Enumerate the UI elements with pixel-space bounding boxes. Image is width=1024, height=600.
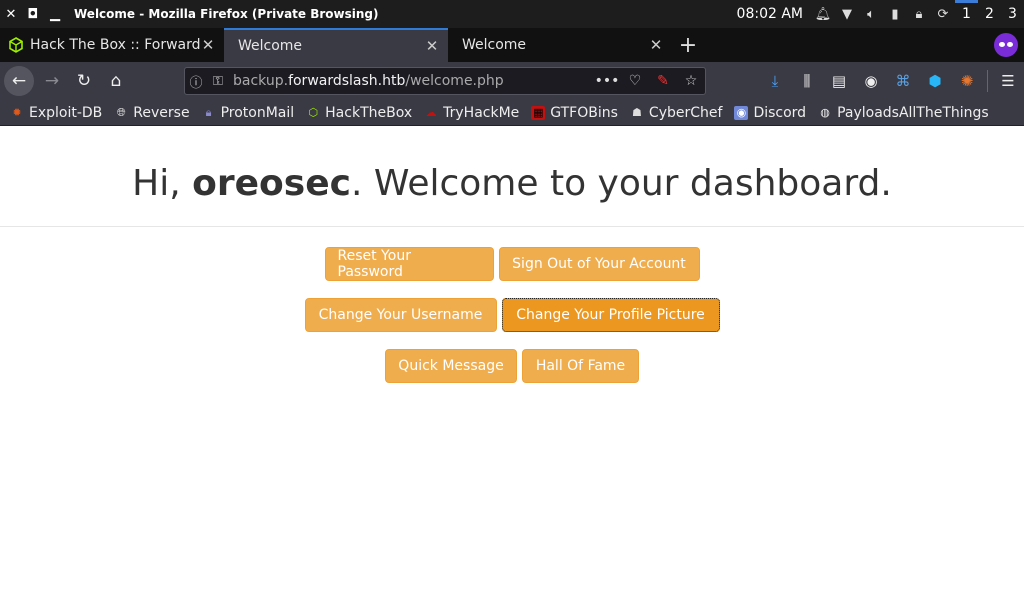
- bookmark-label: Discord: [753, 104, 807, 121]
- maximize-window-icon[interactable]: ◘: [22, 7, 44, 22]
- tab-hackthebox[interactable]: Hack The Box :: Forward ✕: [0, 28, 224, 62]
- bookmark-payloadsallthethings[interactable]: ◍ PayloadsAllTheThings: [818, 104, 989, 121]
- protonmail-icon: 🔒︎: [205, 105, 212, 119]
- minimize-window-icon[interactable]: ▁: [44, 7, 66, 22]
- bookmark-gtfobins[interactable]: ▦ GTFOBins: [531, 105, 618, 121]
- window-title: Welcome - Mozilla Firefox (Private Brows…: [74, 7, 379, 21]
- download-icon[interactable]: ⤓: [759, 65, 791, 97]
- bookmark-exploitdb[interactable]: ✹ Exploit-DB: [10, 105, 102, 121]
- back-button[interactable]: ←: [4, 66, 34, 96]
- extension-hex-icon[interactable]: ⬢: [919, 65, 951, 97]
- battery-icon[interactable]: ▮: [883, 7, 907, 22]
- tab-label: Hack The Box :: Forward: [30, 37, 200, 53]
- change-profile-picture-button[interactable]: Change Your Profile Picture: [501, 298, 720, 332]
- bookmark-label: PayloadsAllTheThings: [837, 104, 989, 121]
- pocket-icon[interactable]: ♡: [621, 73, 649, 89]
- url-text[interactable]: backup.forwardslash.htb/welcome.php: [233, 73, 593, 89]
- bookmark-cyberchef[interactable]: ☗ CyberChef: [630, 104, 723, 121]
- sidebar-icon[interactable]: ▤: [823, 65, 855, 97]
- pen-icon[interactable]: ✎: [649, 73, 677, 89]
- lock-icon[interactable]: 🔒︎: [907, 7, 931, 22]
- volume-icon[interactable]: 🔈︎: [859, 7, 883, 22]
- account-icon[interactable]: ◉: [855, 65, 887, 97]
- tab-strip: Hack The Box :: Forward ✕ Welcome ✕ Welc…: [0, 28, 1024, 62]
- bookmark-star-icon[interactable]: ☆: [677, 73, 705, 89]
- button-row-1: Reset Your Password Sign Out of Your Acc…: [0, 247, 1024, 281]
- bookmark-label: Exploit-DB: [29, 104, 103, 121]
- os-title-bar: ✕ ◘ ▁ Welcome - Mozilla Firefox (Private…: [0, 0, 1024, 28]
- quick-message-button[interactable]: Quick Message: [385, 349, 517, 383]
- workspace-1[interactable]: 1: [955, 0, 978, 28]
- workspace-2[interactable]: 2: [978, 0, 1001, 28]
- username: oreosec: [192, 163, 351, 204]
- bell-icon[interactable]: 🔔︎: [811, 7, 835, 22]
- foxyproxy-icon[interactable]: ✺: [951, 65, 983, 97]
- htb-cube-icon: [9, 37, 23, 53]
- wifi-icon[interactable]: ▼: [835, 7, 859, 22]
- reload-button[interactable]: ↻: [68, 65, 100, 97]
- navigation-toolbar: ← → ↻ ⌂ ⓘ ⚿ backup.forwardslash.htb/welc…: [0, 62, 1024, 100]
- page-title: Hi, oreosec. Welcome to your dashboard.: [132, 163, 892, 204]
- menu-hamburger-icon[interactable]: ☰: [992, 65, 1024, 97]
- button-row-3: Quick Message Hall Of Fame: [0, 349, 1024, 383]
- close-window-icon[interactable]: ✕: [0, 7, 22, 22]
- url-bar[interactable]: ⓘ ⚿ backup.forwardslash.htb/welcome.php …: [184, 67, 706, 95]
- htb-cube-icon: ⬡: [308, 106, 318, 119]
- github-icon: ◍: [820, 106, 830, 119]
- tryhackme-icon: ☁: [425, 106, 437, 119]
- system-tray: 08:02 AM 🔔︎ ▼ 🔈︎ ▮ 🔒︎ ⟳ 1 2 3: [737, 0, 1024, 28]
- cyberchef-icon: ☗: [631, 106, 642, 119]
- info-icon[interactable]: ⓘ: [185, 72, 207, 91]
- bookmark-hackthebox[interactable]: ⬡ HackTheBox: [306, 105, 412, 121]
- key-icon[interactable]: ⚿: [207, 74, 229, 89]
- bookmark-label: CyberChef: [648, 104, 723, 121]
- change-username-button[interactable]: Change Your Username: [304, 298, 497, 332]
- globe-icon: 🌐︎: [116, 105, 126, 119]
- hall-of-fame-button[interactable]: Hall Of Fame: [522, 349, 639, 383]
- exploitdb-icon: ✹: [12, 106, 22, 119]
- new-tab-button[interactable]: +: [672, 28, 704, 62]
- bookmark-label: ProtonMail: [220, 104, 295, 121]
- bookmark-protonmail[interactable]: 🔒︎ ProtonMail: [202, 105, 295, 121]
- sign-out-button[interactable]: Sign Out of Your Account: [498, 247, 700, 281]
- tab-label: Welcome: [238, 38, 303, 54]
- bookmark-label: TryHackMe: [443, 104, 520, 121]
- translate-icon[interactable]: ⌘: [887, 65, 919, 97]
- gtfobins-icon: ▦: [531, 105, 546, 120]
- bookmark-label: Reverse: [133, 104, 190, 121]
- private-browsing-mask-icon: [994, 33, 1018, 57]
- tab-label: Welcome: [462, 37, 527, 53]
- page-content: Hi, oreosec. Welcome to your dashboard. …: [0, 127, 1024, 600]
- logout-icon[interactable]: ⟳: [931, 7, 955, 22]
- button-row-2: Change Your Username Change Your Profile…: [0, 298, 1024, 332]
- library-icon[interactable]: ⫼: [791, 65, 823, 97]
- close-tab-icon[interactable]: ✕: [200, 36, 216, 54]
- tab-welcome-active[interactable]: Welcome ✕: [224, 28, 448, 62]
- workspace-3[interactable]: 3: [1001, 0, 1024, 28]
- forward-button[interactable]: →: [36, 65, 68, 97]
- bookmark-tryhackme[interactable]: ☁ TryHackMe: [424, 104, 520, 121]
- toolbar-separator: [987, 70, 988, 92]
- close-tab-icon[interactable]: ✕: [648, 36, 664, 54]
- divider: [0, 226, 1024, 227]
- tab-welcome[interactable]: Welcome ✕: [448, 28, 672, 62]
- reset-password-button[interactable]: Reset Your Password: [324, 247, 494, 281]
- page-actions-icon[interactable]: •••: [593, 73, 621, 89]
- toolbar-right: ⤓ ⫼ ▤ ◉ ⌘ ⬢ ✺ ☰: [759, 65, 1024, 97]
- clock[interactable]: 08:02 AM: [737, 6, 803, 22]
- bookmark-label: GTFOBins: [550, 104, 618, 121]
- discord-icon: ◉: [734, 105, 749, 120]
- close-tab-icon[interactable]: ✕: [424, 37, 440, 55]
- bookmark-reverse[interactable]: 🌐︎ Reverse: [114, 104, 190, 121]
- bookmark-label: HackTheBox: [325, 104, 413, 121]
- home-button[interactable]: ⌂: [100, 65, 132, 97]
- bookmark-discord[interactable]: ◉ Discord: [734, 105, 806, 121]
- bookmarks-toolbar: ✹ Exploit-DB 🌐︎ Reverse 🔒︎ ProtonMail ⬡ Hack…: [0, 100, 1024, 126]
